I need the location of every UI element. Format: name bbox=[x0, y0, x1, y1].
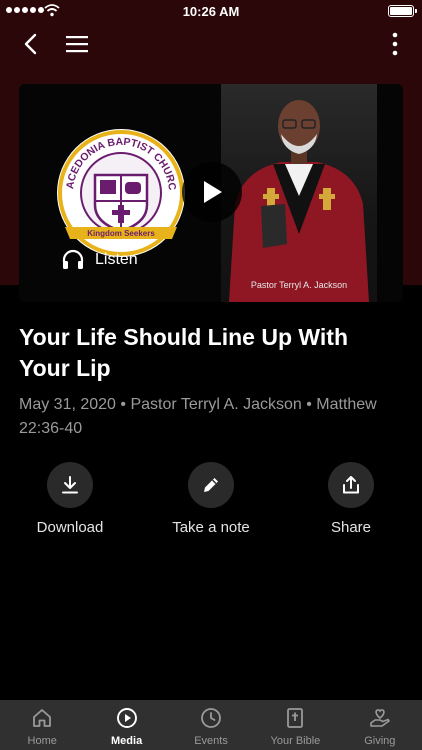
share-button[interactable]: Share bbox=[291, 462, 411, 536]
tab-home-label: Home bbox=[27, 735, 57, 747]
action-row: Download Take a note Share bbox=[0, 462, 422, 542]
bible-icon bbox=[287, 708, 304, 728]
more-options-icon[interactable] bbox=[390, 30, 400, 58]
pastor-photo: Pastor Terryl A. Jackson bbox=[221, 84, 377, 302]
tab-giving-label: Giving bbox=[364, 735, 396, 747]
sermon-meta: May 31, 2020 • Pastor Terryl A. Jackson … bbox=[19, 396, 377, 437]
giving-hand-icon bbox=[370, 709, 390, 727]
status-time: 10:26 AM bbox=[182, 4, 240, 19]
tab-media[interactable]: Media bbox=[84, 700, 168, 750]
download-button[interactable]: Download bbox=[10, 462, 130, 536]
status-bar: 10:26 AM bbox=[0, 0, 422, 22]
logo-banner-text: Kingdom Seekers bbox=[87, 229, 155, 238]
download-circle bbox=[47, 462, 93, 508]
hamburger-menu-icon[interactable] bbox=[62, 30, 92, 58]
take-note-button[interactable]: Take a note bbox=[151, 462, 271, 536]
listen-button[interactable]: Listen bbox=[61, 248, 138, 272]
download-icon bbox=[62, 476, 78, 494]
tab-media-label: Media bbox=[111, 735, 143, 747]
pastor-photo-caption: Pastor Terryl A. Jackson bbox=[250, 280, 348, 290]
tab-your-bible-label: Your Bible bbox=[270, 735, 321, 747]
clock-icon bbox=[201, 708, 221, 728]
play-icon bbox=[204, 181, 222, 203]
tab-your-bible[interactable]: Your Bible bbox=[253, 700, 337, 750]
share-icon bbox=[343, 476, 359, 494]
share-label: Share bbox=[330, 519, 372, 536]
sermon-media-card: MACEDONIA BAPTIST CHURCH Kingdom Seekers bbox=[19, 84, 403, 302]
tab-events[interactable]: Events bbox=[169, 700, 253, 750]
sermon-title: Your Life Should Line Up With Your Lip bbox=[19, 324, 348, 381]
home-icon bbox=[33, 709, 52, 727]
battery-icon bbox=[388, 5, 417, 17]
take-note-label: Take a note bbox=[172, 519, 250, 536]
share-circle bbox=[328, 462, 374, 508]
tab-home[interactable]: Home bbox=[0, 700, 84, 750]
headphones-icon bbox=[62, 249, 84, 269]
take-note-circle bbox=[188, 462, 234, 508]
tab-events-label: Events bbox=[194, 735, 228, 747]
download-label: Download bbox=[36, 519, 104, 536]
play-button[interactable] bbox=[182, 162, 242, 222]
play-circle-icon bbox=[116, 708, 137, 728]
church-logo: MACEDONIA BAPTIST CHURCH Kingdom Seekers bbox=[55, 127, 185, 257]
listen-label: Listen bbox=[95, 251, 138, 268]
back-chevron-icon[interactable] bbox=[18, 30, 46, 58]
bottom-tab-bar: Home Media Events Your Bible Giving bbox=[0, 700, 422, 750]
tab-giving[interactable]: Giving bbox=[338, 700, 422, 750]
pencil-icon bbox=[204, 478, 218, 492]
pastor-portrait-image bbox=[229, 100, 369, 302]
